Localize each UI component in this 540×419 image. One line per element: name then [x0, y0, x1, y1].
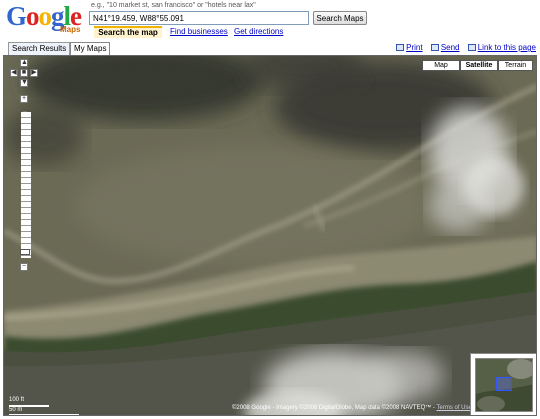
scale-feet-label: 100 ft — [9, 397, 25, 403]
overview-viewport-box[interactable] — [496, 377, 512, 391]
satellite-imagery — [4, 56, 536, 415]
pan-reset-control[interactable]: ■ — [20, 69, 28, 77]
map-copyright: ©2008 Google - Imagery ©2008 DigitalGlob… — [232, 405, 472, 411]
pan-up-control[interactable]: ▲ — [20, 59, 28, 67]
envelope-icon — [430, 44, 439, 51]
page-actions: Print Send Link to this page — [390, 43, 536, 52]
zoom-slider-thumb[interactable] — [20, 249, 30, 255]
map-type-satellite-button[interactable]: Satellite — [460, 60, 498, 71]
map-scale: 100 ft 50 m — [9, 397, 79, 415]
panel-tabs-row: Search Results My Maps Print Send Link t… — [0, 40, 540, 55]
send-label: Send — [440, 43, 460, 52]
pan-left-control[interactable]: ◀ — [10, 69, 18, 77]
search-maps-button[interactable]: Search Maps — [313, 11, 367, 25]
terms-of-use-link[interactable]: Terms of Use — [436, 405, 471, 411]
logo-maps-label: Maps — [60, 25, 81, 34]
link-label: Link to this page — [477, 43, 536, 52]
find-businesses-link[interactable]: Find businesses — [170, 26, 228, 38]
get-directions-link[interactable]: Get directions — [234, 26, 283, 38]
tab-my-maps[interactable]: My Maps — [70, 42, 111, 55]
zoom-in-button[interactable]: + — [20, 95, 28, 103]
send-link[interactable]: Send — [430, 43, 460, 52]
scale-meters-label: 50 m — [9, 407, 23, 413]
header: Google Maps e.g., "10 market st, san fra… — [0, 0, 540, 40]
search-example-hint: e.g., "10 market st, san francisco" or "… — [91, 2, 256, 9]
pan-right-control[interactable]: ▶ — [30, 69, 38, 77]
pan-down-control[interactable]: ▼ — [20, 79, 28, 87]
tab-search-the-map[interactable]: Search the map — [94, 26, 162, 38]
link-to-page-link[interactable]: Link to this page — [467, 43, 536, 52]
map-type-terrain-button[interactable]: Terrain — [498, 60, 533, 71]
print-label: Print — [406, 43, 423, 52]
scale-meters-bar — [9, 414, 79, 415]
map-type-map-button[interactable]: Map — [422, 60, 460, 71]
overview-map-image — [475, 358, 533, 412]
google-maps-logo[interactable]: Google Maps — [6, 2, 86, 36]
print-link[interactable]: Print — [396, 43, 423, 52]
tab-search-results[interactable]: Search Results — [8, 42, 71, 55]
zoom-slider-track[interactable] — [21, 111, 31, 258]
overview-map[interactable] — [470, 353, 536, 415]
zoom-out-button[interactable]: − — [20, 263, 28, 271]
map-viewport[interactable]: ▲ ◀ ■ ▶ ▼ + − Map Satellite Terrain 100 … — [3, 55, 537, 416]
chain-link-icon — [467, 44, 476, 51]
copyright-text: ©2008 Google - Imagery ©2008 DigitalGlob… — [232, 405, 435, 411]
zoom-ticks — [21, 112, 31, 258]
search-input[interactable] — [89, 11, 309, 25]
printer-icon — [396, 44, 405, 51]
